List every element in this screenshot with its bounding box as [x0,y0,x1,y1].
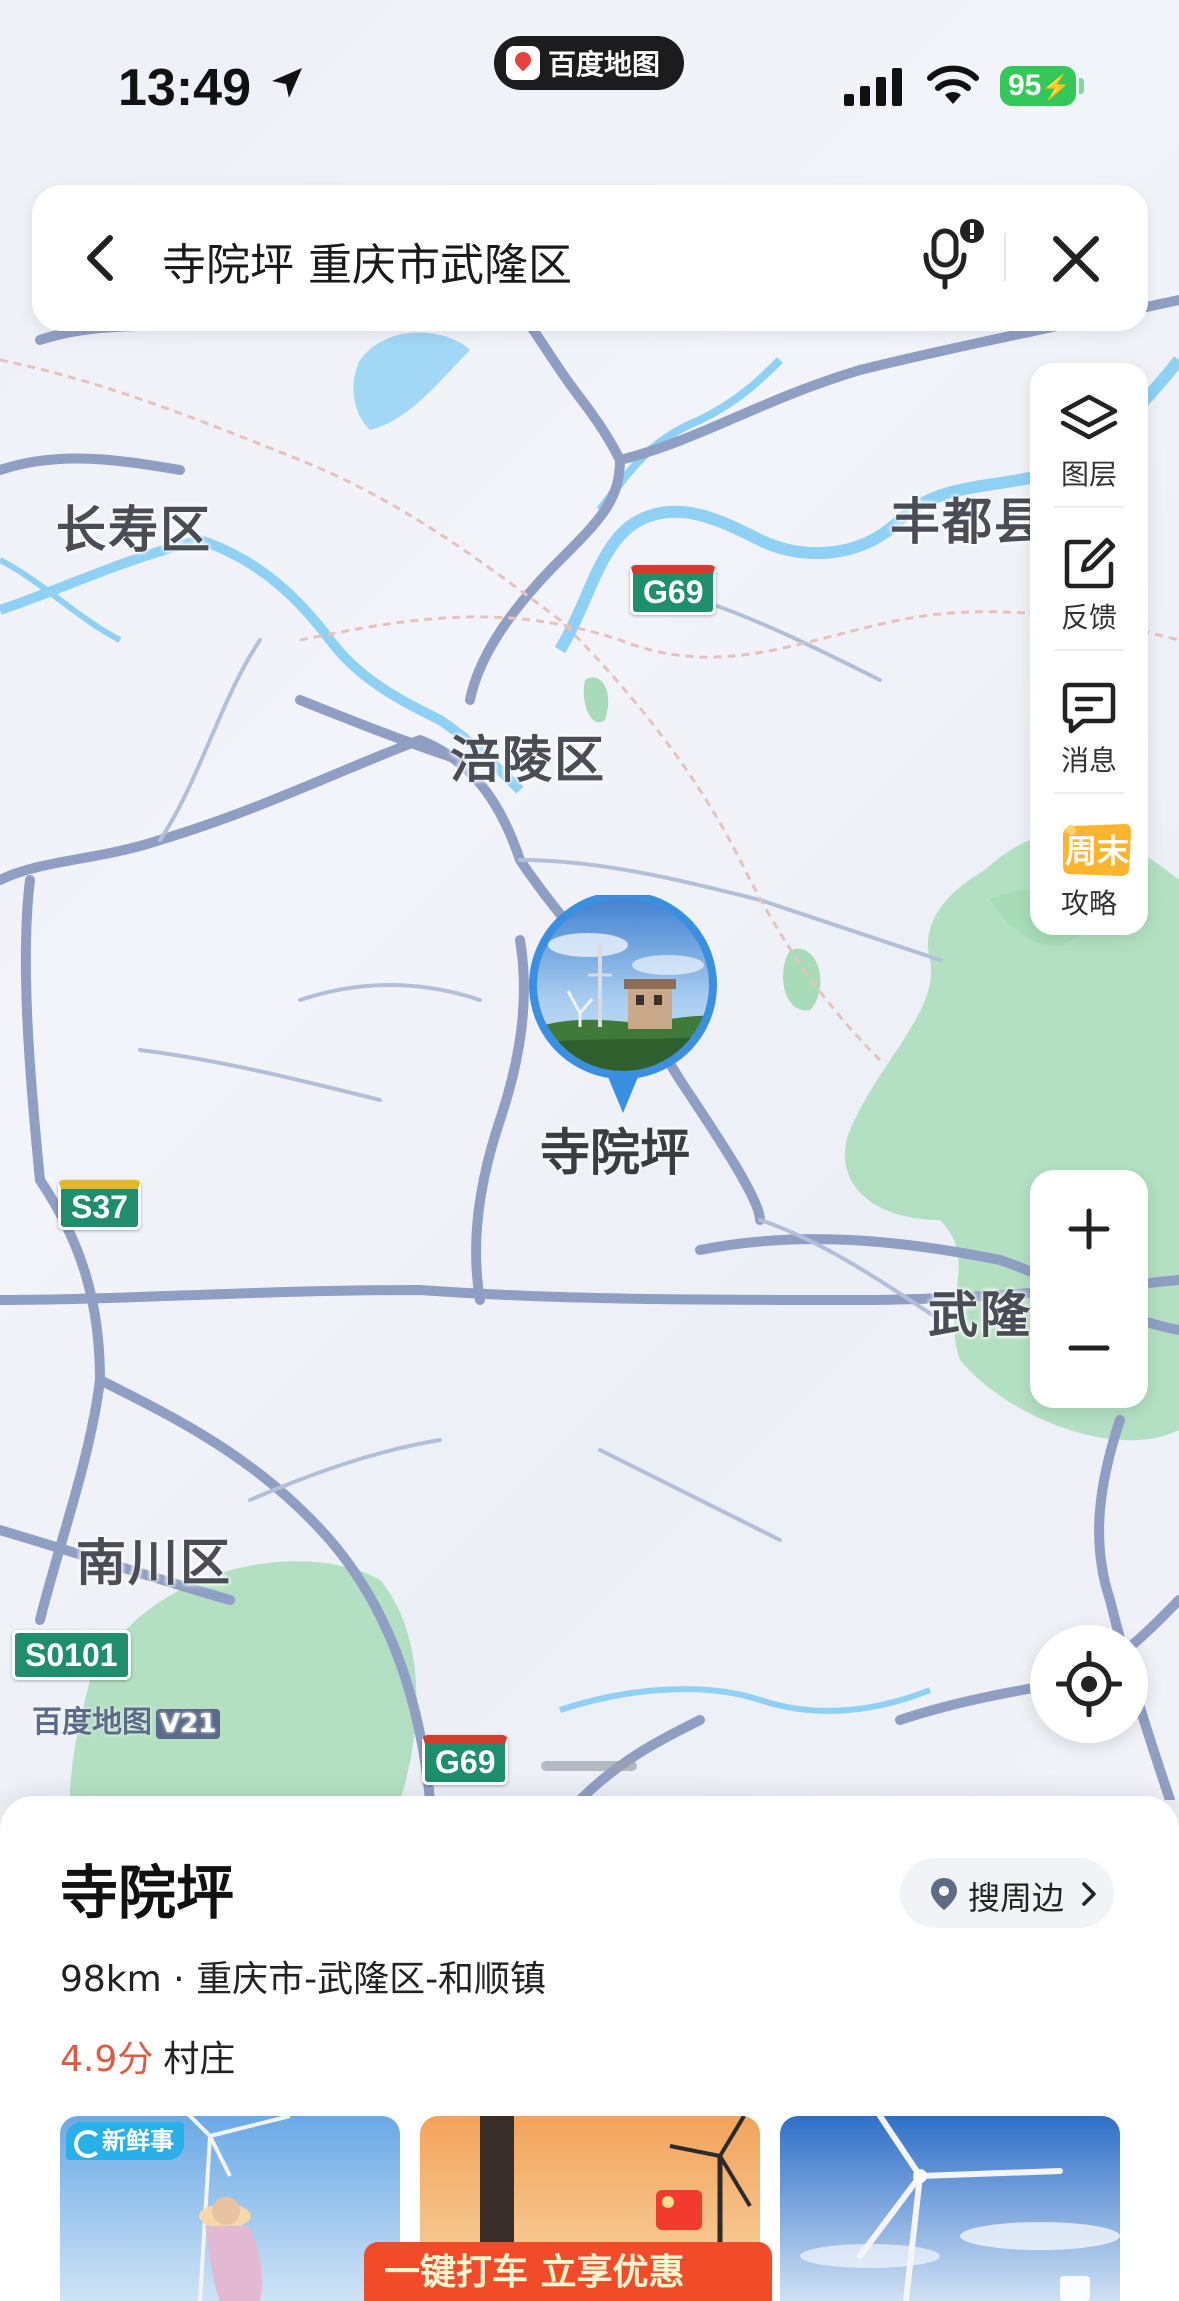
place-rating: 4.9分 [60,2039,154,2080]
location-arrow-icon [272,68,302,98]
weekend-badge-text: 周末 [1065,832,1129,870]
messages-label: 消息 [1060,744,1117,777]
layers-label: 图层 [1060,458,1117,491]
news-tag: 新鲜事 [66,2122,184,2160]
battery-tip [1079,78,1084,94]
highway-shield-g69: G69 [630,565,717,615]
zoom-controls [1030,1170,1148,1408]
weekend-guides-button[interactable]: 周末 攻略 [1030,792,1148,935]
app-name: 百度地图 [548,48,661,81]
search-nearby-label: 搜周边 [968,1879,1065,1917]
weekend-badge-icon: 周末 [1063,824,1131,876]
plus-icon [1068,1208,1110,1250]
taxi-promo-banner[interactable]: 一键打车 立享优惠 [364,2242,772,2301]
guides-label: 攻略 [1060,887,1117,920]
feedback-label: 反馈 [1060,601,1117,634]
sheet-drag-handle[interactable] [541,1761,637,1771]
battery-indicator: 95⚡ [1000,66,1076,106]
status-time: 13:49 [118,59,251,117]
layers-button[interactable]: 图层 [1030,363,1148,506]
back-arrow-icon[interactable] [72,228,132,288]
place-title: 寺院坪 [60,1859,235,1927]
search-bar[interactable]: 寺院坪 重庆市武隆区 [32,185,1148,331]
search-divider [1004,233,1006,281]
status-bar: 13:49 百度地图 95⚡ [0,0,1179,170]
zoom-in-button[interactable] [1030,1170,1148,1289]
photo-carousel[interactable]: 新鲜事 一键打车 立享优惠 [60,2116,1120,2301]
cellular-signal-icon [844,68,902,106]
search-nearby-button[interactable]: 搜周边 [900,1858,1114,1928]
location-pin-icon[interactable] [528,895,718,1115]
place-detail-sheet[interactable]: 寺院坪 搜周边 98km · 重庆市-武隆区-和顺镇 4.9分 村庄 新鲜事 一… [0,1796,1179,2301]
city-label-fuling[interactable]: 涪陵区 [450,720,606,792]
highway-shield-s37: S37 [58,1180,141,1230]
app-indicator-pill[interactable]: 百度地图 [494,36,684,90]
rating-row: 4.9分 村庄 [60,2030,235,2082]
meta-separator: · [161,1959,197,2000]
feedback-button[interactable]: 反馈 [1030,506,1148,649]
close-icon[interactable] [1046,229,1106,289]
wifi-icon [927,65,979,104]
city-label-fengdu[interactable]: 丰都县 [890,482,1046,554]
place-distance: 98km [60,1959,162,2000]
feedback-edit-icon [1064,537,1116,589]
photo-card[interactable]: 新鲜事 [60,2116,400,2301]
map-watermark: 百度地图 V21 [32,1697,221,1741]
place-address: 重庆市-武隆区-和顺镇 [196,1959,547,2000]
map-pin-icon [931,1878,957,1910]
chevron-right-icon [1082,1882,1096,1906]
pin-label[interactable]: 寺院坪 [540,1113,690,1185]
baidu-map-logo-icon [506,46,540,80]
place-category: 村庄 [163,2039,236,2080]
city-label-wulong[interactable]: 武隆 [928,1275,1032,1347]
city-label-changshou[interactable]: 长寿区 [56,490,212,562]
minus-icon [1068,1345,1110,1351]
zoom-out-button[interactable] [1030,1289,1148,1408]
highway-shield-s0101: S0101 [12,1630,131,1680]
city-label-nanchuan[interactable]: 南川区 [76,1523,232,1595]
watermark-text: 百度地图 [32,1705,152,1740]
voice-search-icon[interactable] [912,215,992,295]
message-icon [1062,682,1116,734]
battery-level: 95 [1008,69,1042,102]
search-query-text[interactable]: 寺院坪 重庆市武隆区 [162,229,572,293]
map-tools-panel: 图层 反馈 消息 周末 攻略 [1030,363,1148,935]
messages-button[interactable]: 消息 [1030,649,1148,792]
highway-shield-g69: G69 [422,1735,509,1785]
place-meta: 98km · 重庆市-武隆区-和顺镇 [60,1950,546,2002]
photo-card[interactable] [780,2116,1120,2301]
photo-image [780,2116,1120,2301]
watermark-version: V21 [156,1709,221,1739]
my-location-button[interactable] [1030,1625,1148,1743]
layers-icon [1060,394,1118,440]
crosshair-locate-icon [1056,1651,1122,1717]
